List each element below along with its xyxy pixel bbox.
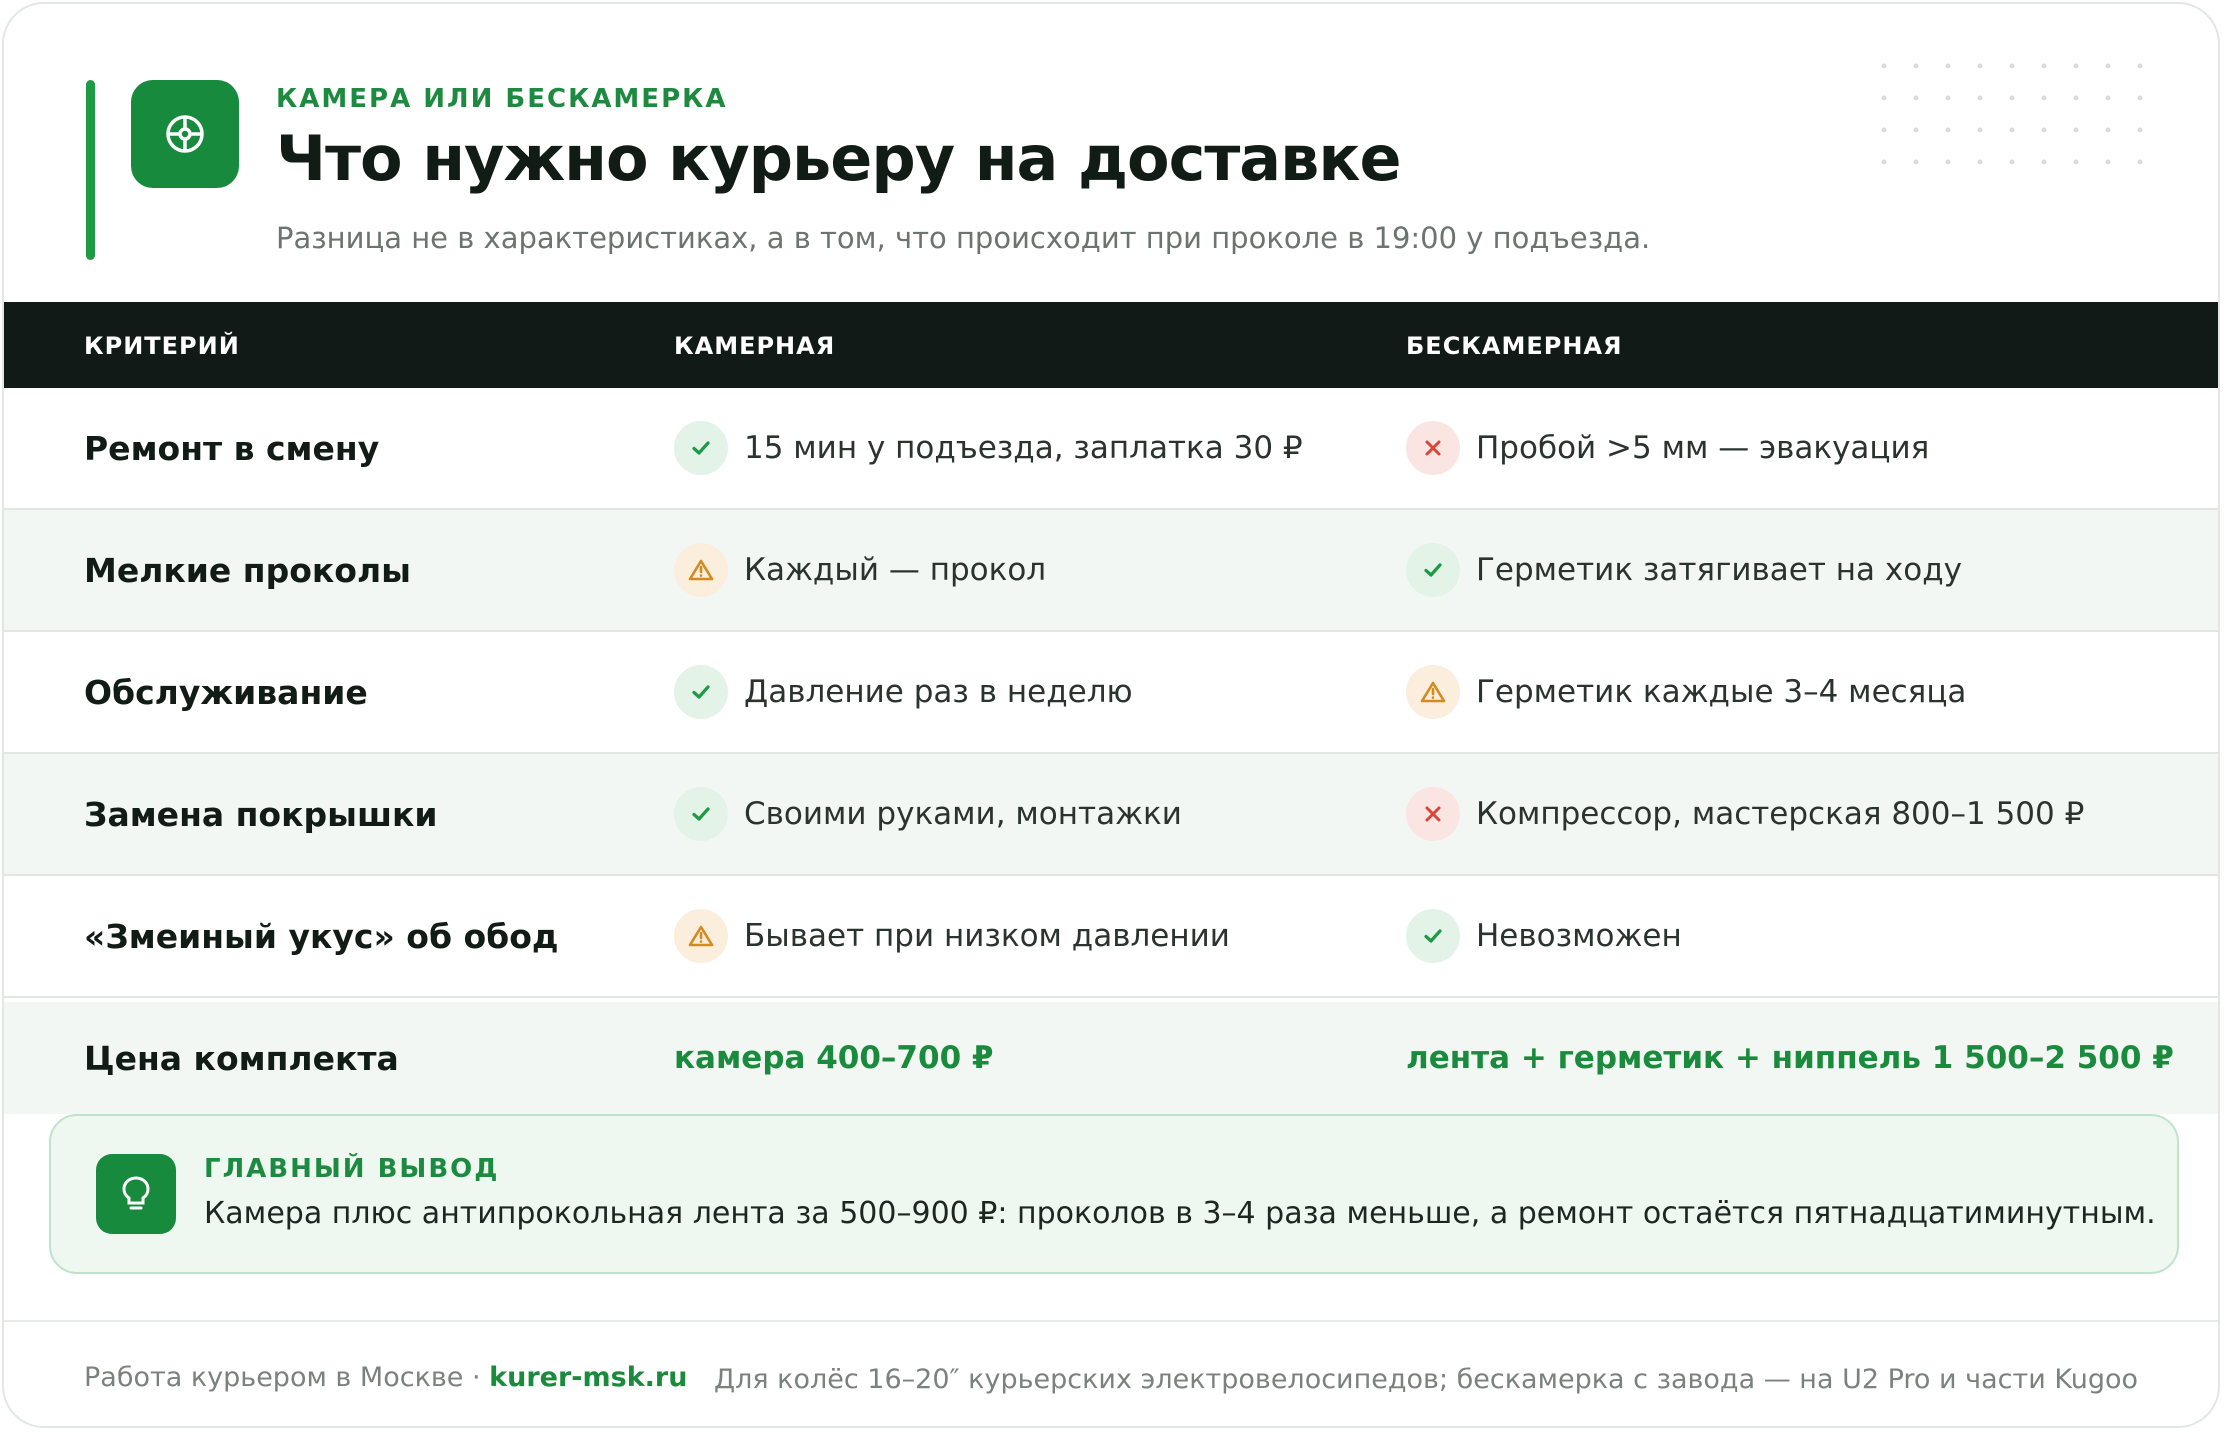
table-row: Обслуживание Давление раз в неделю Гермети…	[4, 632, 2218, 754]
row-criterion: «Змеиный укус» об обод	[84, 916, 559, 956]
cross-icon	[1406, 421, 1460, 475]
warning-icon	[1406, 665, 1460, 719]
cell-text: Давление раз в неделю	[744, 674, 1133, 710]
cell-tubeless: Пробой >5 мм — эвакуация	[1406, 388, 1929, 508]
cell-tubeless: Герметик каждые 3–4 месяца	[1406, 632, 1966, 752]
page-subtitle: Разница не в характеристиках, а в том, ч…	[276, 221, 1651, 255]
check-icon	[674, 665, 728, 719]
cell-text: Своими руками, монтажки	[744, 796, 1182, 832]
price-row: Цена комплекта камера 400–700 ₽ лента + …	[4, 1002, 2218, 1114]
comparison-card: КАМЕРА ИЛИ БЕСКАМЕРКА Что нужно курьеру …	[2, 2, 2220, 1428]
check-icon	[1406, 543, 1460, 597]
footer-credit-text: Работа курьером в Москве ·	[84, 1362, 490, 1393]
wheel-icon	[131, 80, 239, 188]
table-row: «Змеиный укус» об обод Бывает при низком …	[4, 876, 2218, 998]
cross-icon	[1406, 787, 1460, 841]
warning-icon	[674, 543, 728, 597]
header-tubeless: БЕСКАМЕРНАЯ	[1406, 332, 1623, 360]
lightbulb-icon	[96, 1154, 176, 1234]
price-tube: камера 400–700 ₽	[674, 1040, 994, 1076]
footer-note: Для колёс 16–20″ курьерских электровелос…	[714, 1364, 2138, 1395]
footer-site-link[interactable]: kurer-msk.ru	[489, 1362, 687, 1393]
table-header: КРИТЕРИЙ КАМЕРНАЯ БЕСКАМЕРНАЯ	[4, 302, 2218, 388]
row-criterion: Обслуживание	[84, 672, 368, 712]
callout-label: ГЛАВНЫЙ ВЫВОД	[204, 1154, 500, 1184]
eyebrow-label: КАМЕРА ИЛИ БЕСКАМЕРКА	[276, 84, 728, 114]
cell-tubeless: Невозможен	[1406, 876, 1682, 996]
price-tubeless: лента + герметик + ниппель 1 500–2 500 ₽	[1406, 1040, 2174, 1076]
row-criterion: Ремонт в смену	[84, 428, 380, 468]
header-tube: КАМЕРНАЯ	[674, 332, 836, 360]
cell-text: Герметик затягивает на ходу	[1476, 552, 1962, 588]
header-criterion: КРИТЕРИЙ	[84, 332, 240, 360]
check-icon	[674, 421, 728, 475]
callout-text: Камера плюс антипрокольная лента за 500–…	[204, 1196, 2156, 1231]
cell-tube: Своими руками, монтажки	[674, 754, 1182, 874]
row-criterion: Замена покрышки	[84, 794, 438, 834]
cell-text: 15 мин у подъезда, заплатка 30 ₽	[744, 430, 1303, 466]
cell-text: Компрессор, мастерская 800–1 500 ₽	[1476, 796, 2085, 832]
cell-text: Невозможен	[1476, 918, 1682, 954]
cell-text: Каждый — прокол	[744, 552, 1047, 588]
table-row: Мелкие проколы Каждый — прокол Герметик за…	[4, 510, 2218, 632]
check-icon	[674, 787, 728, 841]
page-title: Что нужно курьеру на доставке	[276, 122, 1402, 195]
table-row: Замена покрышки Своими руками, монтажки Ко…	[4, 754, 2218, 876]
accent-bar	[86, 80, 95, 260]
dot-pattern-decoration	[1868, 50, 2168, 190]
footer-credit: Работа курьером в Москве · kurer-msk.ru	[84, 1362, 687, 1393]
footer-divider	[4, 1320, 2218, 1322]
row-criterion: Мелкие проколы	[84, 550, 411, 590]
check-icon	[1406, 909, 1460, 963]
conclusion-callout: ГЛАВНЫЙ ВЫВОД Камера плюс антипрокольная…	[49, 1114, 2179, 1274]
cell-text: Пробой >5 мм — эвакуация	[1476, 430, 1930, 466]
cell-tube: Каждый — прокол	[674, 510, 1046, 630]
cell-tubeless: Герметик затягивает на ходу	[1406, 510, 1962, 630]
cell-text: Герметик каждые 3–4 месяца	[1476, 674, 1967, 710]
warning-icon	[674, 909, 728, 963]
price-criterion: Цена комплекта	[84, 1038, 399, 1078]
cell-tubeless: Компрессор, мастерская 800–1 500 ₽	[1406, 754, 2084, 874]
cell-text: Бывает при низком давлении	[744, 918, 1230, 954]
cell-tube: Бывает при низком давлении	[674, 876, 1230, 996]
cell-tube: Давление раз в неделю	[674, 632, 1133, 752]
table-row: Ремонт в смену 15 мин у подъезда, заплатк…	[4, 388, 2218, 510]
cell-tube: 15 мин у подъезда, заплатка 30 ₽	[674, 388, 1303, 508]
